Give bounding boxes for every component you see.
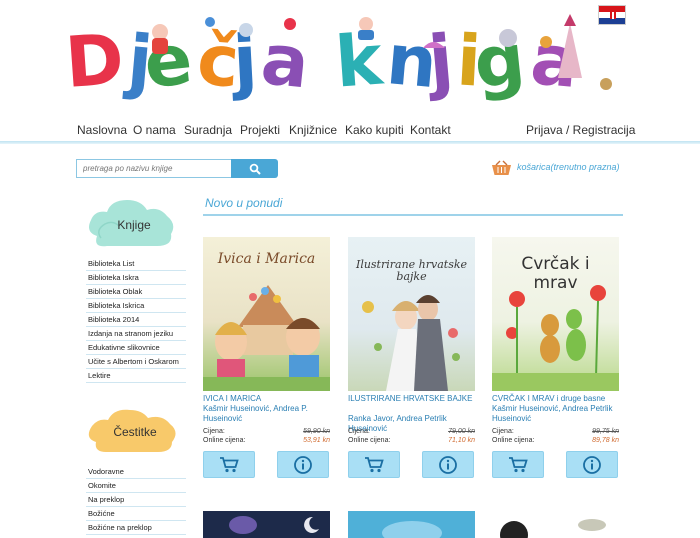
category-biblioteka-oblak[interactable]: Biblioteka Oblak [86,285,186,299]
cart-status[interactable]: košarica(trenutno prazna) [517,162,620,172]
logo-decoration [152,14,612,90]
croatia-flag-icon[interactable] [598,5,626,25]
cart-icon [509,456,528,472]
cards-heading: Čestitke [113,425,157,439]
nav-item-kako-kupiti[interactable]: Kako kupiti [345,123,404,137]
add-to-cart-button[interactable] [492,451,544,478]
info-icon [294,455,312,474]
search-bar [76,159,278,178]
nav-item-o-nama[interactable]: O nama [133,123,176,137]
category-albert-oskar[interactable]: Učite s Albertom i Oskarom [86,355,186,369]
login-register-link[interactable]: Prijava / Registracija [526,123,635,137]
books-heading: Knjige [117,218,151,232]
online-price-row: Online cijena: 71,10 kn [348,437,475,446]
category-lektire[interactable]: Lektire [86,369,186,383]
nav-item-projekti[interactable]: Projekti [240,123,280,137]
category-biblioteka-2014[interactable]: Biblioteka 2014 [86,313,186,327]
add-to-cart-button[interactable] [203,451,255,478]
site-logo[interactable]: Dječja knjiga [63,8,630,108]
product-card: Ivica i Marica IVICA I MARICA Kašmir Hus… [203,237,330,478]
cards-cloud-heading: Čestitke [86,404,184,458]
cover-illustration [500,519,606,538]
book-cover-partial[interactable] [203,511,330,538]
online-price: 53,91 kn [303,437,330,444]
section-title: Novo u ponudi [205,196,283,210]
product-author: Kašmir Huseinović, Andrea P. Huseinović [203,404,308,423]
cart-icon [220,456,239,472]
price-row: Cijena: 79,00 kn [348,428,475,437]
online-price: 71,10 kn [448,437,475,444]
cards-bozicne-na-preklop[interactable]: Božićne na preklop [86,521,186,535]
product-title[interactable]: CVRČAK I MRAV i druge basne [492,394,622,404]
search-button[interactable] [231,159,278,178]
info-button[interactable] [422,451,474,478]
nav-divider [0,141,700,144]
price-label: Cijena: [203,428,225,435]
price-label: Cijena: [492,428,514,435]
search-icon [249,163,261,175]
category-strani-jezik[interactable]: Izdanja na stranom jeziku [86,327,186,341]
cover-illustration [382,521,442,538]
category-biblioteka-iskrica[interactable]: Biblioteka Iskrica [86,299,186,313]
book-cover-partial[interactable] [348,511,475,538]
nav-item-knjiznice[interactable]: Knjižnice [289,123,337,137]
price-row: Cijena: 99,75 kn [492,428,619,437]
cover-illustration [203,285,330,391]
cover-illustration [362,295,460,391]
nav-item-kontakt[interactable]: Kontakt [410,123,451,137]
online-price: 89,78 kn [592,437,619,444]
old-price: 79,00 kn [448,428,475,435]
books-cloud-heading: Knjige [85,196,183,254]
price-row: Cijena: 59,90 kn [203,428,330,437]
basket-icon [492,160,511,175]
cards-okomite[interactable]: Okomite [86,479,186,493]
category-edukativne-slikovnice[interactable]: Edukativne slikovnice [86,341,186,355]
cards-na-preklop[interactable]: Na preklop [86,493,186,507]
books-category-list: Biblioteka List Biblioteka Iskra Bibliot… [86,257,186,383]
info-icon [583,455,601,474]
info-icon [439,455,457,474]
add-to-cart-button[interactable] [348,451,400,478]
main-nav: Naslovna O nama Suradnja Projekti Knjižn… [0,118,700,144]
old-price: 59,90 kn [303,428,330,435]
cards-category-list: Vodoravne Okomite Na preklop Božićne Bož… [86,465,186,535]
online-price-label: Online cijena: [348,437,391,444]
online-price-label: Online cijena: [492,437,535,444]
info-button[interactable] [277,451,329,478]
online-price-row: Online cijena: 53,91 kn [203,437,330,446]
online-price-row: Online cijena: 89,78 kn [492,437,619,446]
book-cover-cvrcak-i-mrav[interactable]: Cvrčak i mrav [492,237,619,391]
category-biblioteka-iskra[interactable]: Biblioteka Iskra [86,271,186,285]
search-input[interactable] [76,159,232,178]
book-cover-partial[interactable] [492,511,619,538]
book-cover-hrvatske-bajke[interactable]: Ilustrirane hrvatske bajke [348,237,475,391]
cart-icon [365,456,384,472]
old-price: 99,75 kn [592,428,619,435]
category-biblioteka-list[interactable]: Biblioteka List [86,257,186,271]
product-card: Cvrčak i mrav CVRČAK I MRAV i druge basn… [492,237,619,478]
cover-illustration [492,285,619,391]
nav-item-suradnja[interactable]: Suradnja [184,123,232,137]
cover-illustration [229,516,319,534]
cards-bozicne[interactable]: Božićne [86,507,186,521]
info-button[interactable] [566,451,618,478]
section-divider [203,214,623,216]
online-price-label: Online cijena: [203,437,246,444]
product-card: Ilustrirane hrvatske bajke ILUSTRIRANE H… [348,237,475,478]
nav-item-naslovna[interactable]: Naslovna [77,123,127,137]
book-cover-ivica-i-marica[interactable]: Ivica i Marica [203,237,330,391]
price-label: Cijena: [348,428,370,435]
cards-vodoravne[interactable]: Vodoravne [86,465,186,479]
product-title[interactable]: ILUSTRIRANE HRVATSKE BAJKE [348,394,478,404]
product-author: Kašmir Huseinović, Andrea Petrlik Husein… [492,404,613,423]
product-title[interactable]: IVICA I MARICA [203,394,333,404]
